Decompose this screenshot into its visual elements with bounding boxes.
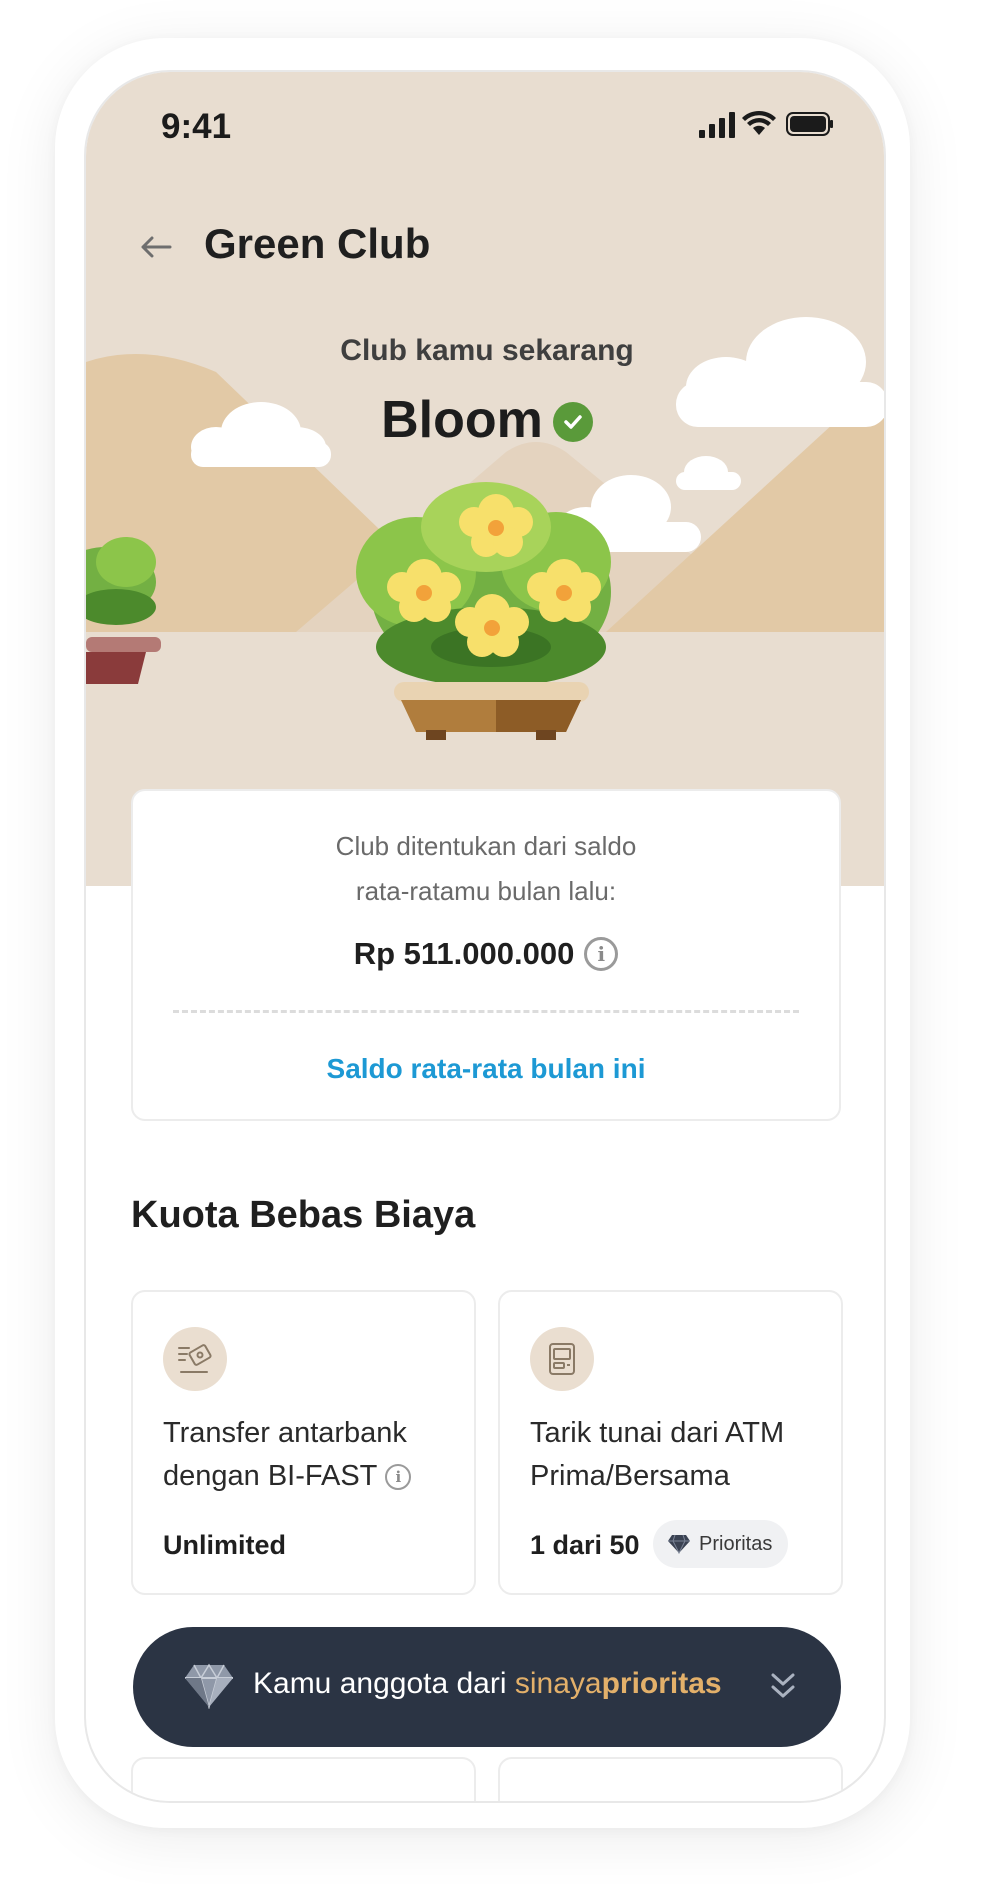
info-icon[interactable]: i: [385, 1463, 412, 1490]
arrow-left-icon: [141, 236, 172, 258]
info-line-2: rata-ratamu bulan lalu:: [355, 876, 617, 906]
status-icons: [699, 110, 834, 145]
page-title: Green Club: [204, 220, 431, 267]
info-icon[interactable]: i: [584, 937, 619, 971]
diamond-icon: [668, 1534, 690, 1554]
quota-card-transfer[interactable]: Transfer antarbank dengan BI-FAST i Unli…: [131, 1290, 476, 1595]
club-name: Bloom: [381, 391, 543, 449]
quota-label-line1: Transfer antarbank: [163, 1417, 407, 1449]
quota-card-peek[interactable]: [498, 1757, 843, 1801]
small-bonsai-left: [86, 537, 161, 684]
club-info-card: Club ditentukan dari saldo rata-ratamu b…: [131, 789, 841, 1121]
status-time: 9:41: [161, 107, 232, 146]
hero-illustration: [86, 317, 884, 740]
double-chevron-down-icon: [771, 1673, 795, 1698]
quota-label-line1: Tarik tunai dari ATM: [530, 1417, 785, 1449]
quota-label-line2: Prima/Bersama: [530, 1460, 730, 1492]
dashed-divider: [173, 1010, 799, 1013]
battery-icon: [786, 112, 833, 136]
quota-value: 1 dari 50: [530, 1530, 640, 1560]
current-month-balance-link[interactable]: Saldo rata-rata bulan ini: [133, 1053, 839, 1085]
verified-check-icon: [552, 402, 593, 442]
diamond-icon: [185, 1663, 233, 1709]
quota-value: Unlimited: [163, 1530, 287, 1560]
club-name-row: Bloom: [86, 390, 884, 450]
atm-icon: [530, 1327, 594, 1391]
priority-banner-label: Kamu anggota dari: [253, 1667, 507, 1700]
wifi-icon: [742, 110, 776, 135]
quota-card-peek[interactable]: [131, 1757, 476, 1801]
quota-label-line2: dengan BI-FAST i: [163, 1460, 412, 1493]
average-balance-amount: Rp 511.000.000: [353, 936, 575, 971]
back-button[interactable]: [131, 222, 181, 272]
priority-member-banner[interactable]: Kamu anggota dari sinayaprioritas: [133, 1627, 841, 1747]
bloom-bonsai: [356, 482, 611, 740]
prioritas-badge: Prioritas: [653, 1520, 789, 1568]
priority-banner-text: Kamu anggota dari sinayaprioritas: [253, 1667, 722, 1701]
signal-icon: [699, 112, 735, 138]
quota-label-line2-text: dengan BI-FAST: [163, 1460, 378, 1492]
info-line-1: Club ditentukan dari saldo: [335, 831, 637, 861]
club-label: Club kamu sekarang: [340, 334, 634, 367]
brand-prioritas: prioritas: [601, 1667, 722, 1700]
app-screen: 9:41 Green Club Club kamu sekarang Bloom…: [84, 70, 886, 1803]
prioritas-badge-label: Prioritas: [699, 1532, 773, 1555]
transfer-icon: [163, 1327, 227, 1391]
cloud-small: [676, 456, 741, 490]
section-title: Kuota Bebas Biaya: [131, 1194, 476, 1236]
amount-row: Rp 511.000.000 i: [133, 936, 839, 972]
quota-card-atm[interactable]: Tarik tunai dari ATM Prima/Bersama 1 dar…: [498, 1290, 843, 1595]
brand-sinaya: sinaya: [514, 1667, 602, 1700]
